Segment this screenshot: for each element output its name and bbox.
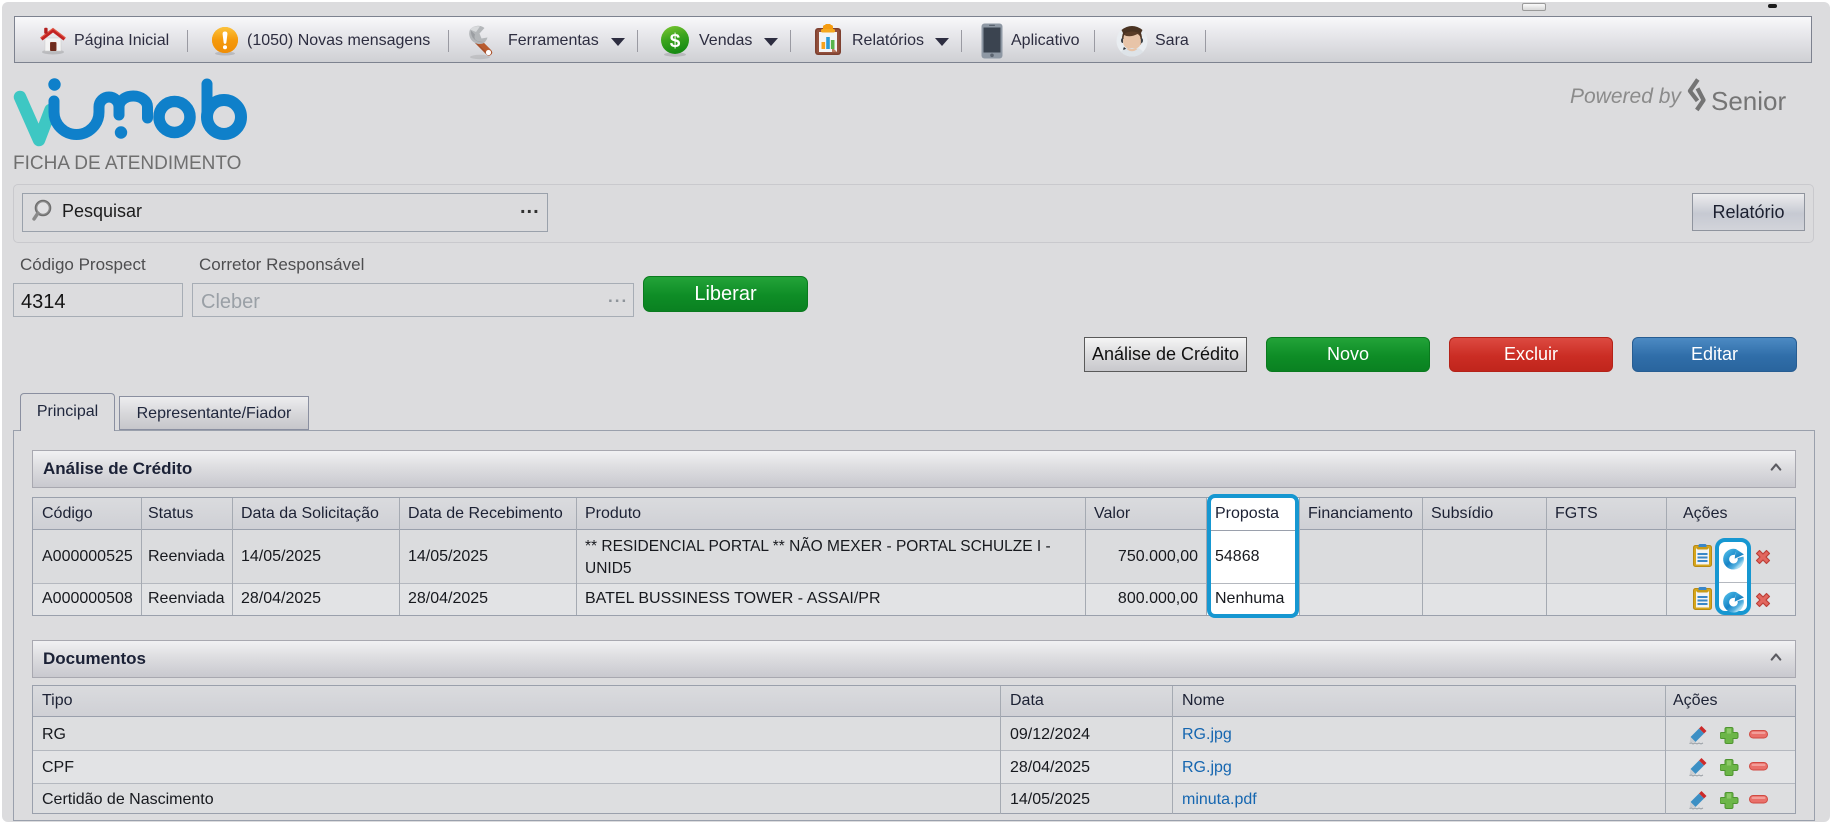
svg-text:$: $ xyxy=(670,31,681,52)
svg-text:Senior: Senior xyxy=(1711,86,1786,116)
